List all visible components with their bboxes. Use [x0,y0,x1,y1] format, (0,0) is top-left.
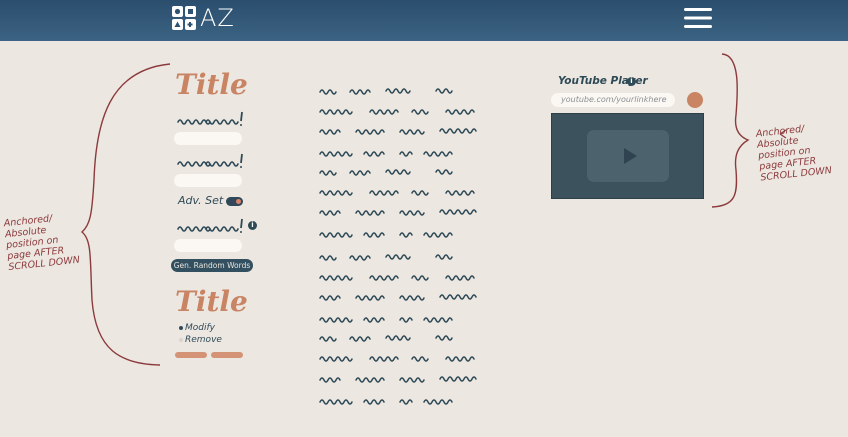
logo-text: AZ [200,4,235,32]
scribble-text-block [319,88,477,405]
sidebar-input-2[interactable] [174,174,242,187]
info-icon[interactable]: i [248,221,257,230]
hamburger-menu-icon[interactable] [684,6,712,30]
right-brace-line [711,53,750,208]
radio-label: Modify [185,323,215,333]
radio-option-modify[interactable]: Modify [179,323,215,333]
generate-random-words-button[interactable]: Gen. Random Words [171,259,253,272]
radio-selected-icon [179,326,183,330]
play-icon [624,148,637,164]
sidebar-title-top: Title [175,68,248,101]
radio-option-remove[interactable]: Remove [179,335,222,345]
play-button[interactable] [587,130,669,182]
annotation-right: Anchored/ Absolute position on page AFTE… [755,123,833,184]
left-brace-line [80,63,171,366]
annotation-left: Anchored/ Absolute position on page AFTE… [3,213,81,274]
action-button-1[interactable] [175,352,207,358]
adv-set-label: Adv. Set [178,194,224,207]
scribble-label-3 [177,218,243,233]
sidebar-input-1[interactable] [174,132,242,145]
logo[interactable]: AZ [172,6,235,30]
top-navigation-bar: AZ [0,0,848,41]
sidebar-input-3[interactable] [174,239,242,252]
scribble-label-1 [177,111,243,126]
radio-label: Remove [185,335,222,345]
youtube-submit-button[interactable] [687,92,703,108]
youtube-video-player[interactable] [551,113,704,199]
radio-unselected-icon [179,338,183,342]
action-button-2[interactable] [211,352,243,358]
youtube-info-icon[interactable]: i [627,77,636,86]
grid-logo-icon [172,6,196,30]
adv-set-toggle[interactable] [226,197,243,206]
youtube-url-input[interactable]: youtube.com/yourlinkhere [551,93,675,107]
sketch-overlay [80,53,787,405]
sidebar-title-bottom: Title [175,285,248,318]
scribble-label-2 [177,153,243,168]
